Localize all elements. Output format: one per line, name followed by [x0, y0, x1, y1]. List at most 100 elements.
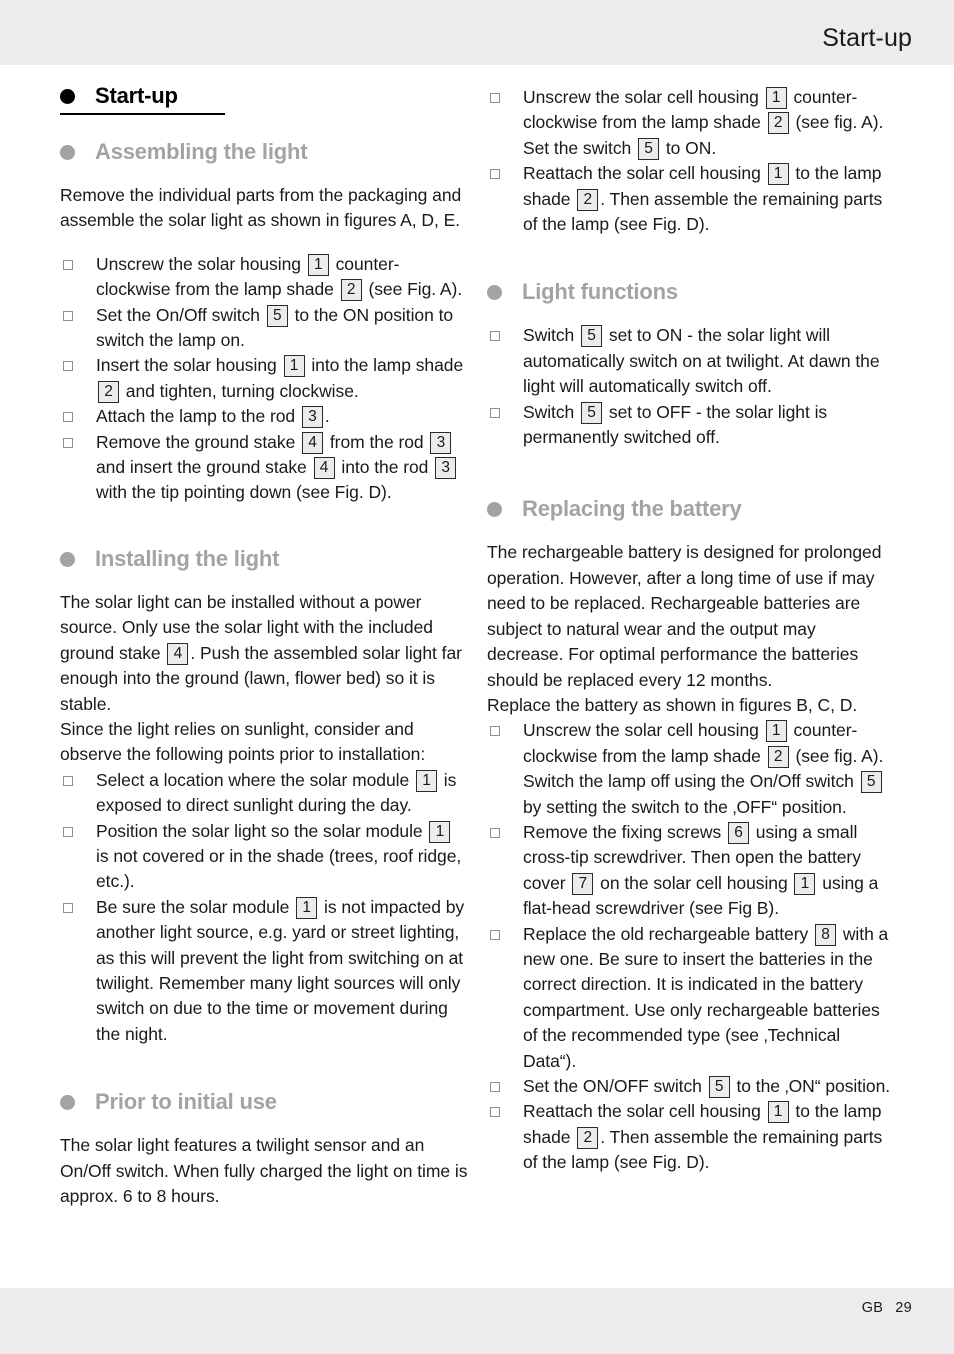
list-item: Reattach the solar cell housing 1 to the… — [487, 161, 895, 237]
part-reference-5: 5 — [266, 304, 288, 327]
square-bullet-icon — [490, 407, 500, 418]
heading-prior-to-initial-use-label: Prior to initial use — [95, 1089, 277, 1115]
installing-paragraph-2: Since the light relies on sunlight, cons… — [60, 718, 426, 765]
part-reference-4: 4 — [302, 431, 324, 454]
part-reference-2: 2 — [340, 279, 362, 302]
square-bullet-icon — [63, 361, 73, 372]
part-reference-5: 5 — [708, 1076, 730, 1098]
part-reference-4: 4 — [167, 642, 189, 665]
heading-start-up-label: Start-up — [95, 83, 178, 108]
part-reference-2: 2 — [577, 188, 599, 211]
square-bullet-icon — [490, 93, 500, 103]
page-footer: GB 29 — [862, 1300, 912, 1316]
replacing-battery-paragraph-1: The rechargeable battery is designed for… — [487, 542, 882, 690]
part-reference-2: 2 — [767, 112, 789, 135]
part-reference-5: 5 — [581, 401, 603, 424]
heading-replacing-the-battery: Replacing the battery — [487, 496, 895, 522]
part-reference-6: 6 — [728, 821, 749, 844]
light-functions-steps-list: Switch 5 set to ON - the solar light wil… — [487, 323, 895, 450]
list-item: Replace the old rechargeable battery 8 w… — [487, 922, 895, 1074]
part-reference-1: 1 — [794, 872, 816, 895]
installing-steps-list: Select a location where the solar module… — [60, 768, 468, 1047]
list-item: Select a location where the solar module… — [60, 768, 468, 819]
footer-page-number: 29 — [895, 1300, 912, 1316]
right-column: Unscrew the solar cell housing 1 counter… — [487, 65, 895, 1176]
list-item: Unscrew the solar housing 1 counter-cloc… — [60, 252, 468, 303]
bullet-dot-icon — [60, 89, 75, 104]
square-bullet-icon — [63, 775, 73, 786]
page-header-band — [0, 0, 954, 65]
bullet-dot-icon — [60, 551, 75, 567]
heading-assembling-the-light-label: Assembling the light — [95, 139, 308, 164]
page-body: Start-up Assembling the light Remove the… — [0, 65, 954, 1288]
bullet-dot-icon — [60, 145, 75, 160]
page-header-title: Start-up — [822, 24, 912, 52]
list-item: Set the On/Off switch 5 to the ON positi… — [60, 303, 468, 354]
part-reference-1: 1 — [767, 163, 789, 186]
list-item-text: Insert the solar housing 1 into the lamp… — [96, 355, 464, 403]
part-reference-3: 3 — [430, 431, 452, 454]
bullet-dot-icon — [487, 502, 502, 518]
list-item-text: Set the On/Off switch 5 to the ON positi… — [96, 304, 454, 351]
square-bullet-icon — [490, 827, 500, 838]
list-item-text: Attach the lamp to the rod 3. — [96, 406, 330, 429]
list-item: Insert the solar housing 1 into the lamp… — [60, 353, 468, 404]
list-item-text: Set the ON/OFF switch 5 to the ‚ON“ posi… — [523, 1076, 891, 1098]
square-bullet-icon — [63, 412, 73, 423]
part-reference-4: 4 — [313, 457, 335, 480]
part-reference-3: 3 — [435, 457, 457, 480]
page-footer-band — [0, 1288, 954, 1354]
list-item-text: Position the solar light so the solar mo… — [96, 820, 462, 892]
square-bullet-icon — [63, 437, 73, 448]
list-item-text: Switch 5 set to OFF - the solar light is… — [523, 401, 828, 448]
list-item-text: Unscrew the solar housing 1 counter-cloc… — [96, 253, 463, 302]
list-item: Be sure the solar module 1 is not impact… — [60, 895, 468, 1047]
heading-prior-to-initial-use: Prior to initial use — [60, 1089, 468, 1115]
footer-language-code: GB — [861, 1300, 884, 1316]
list-item: Switch 5 set to OFF - the solar light is… — [487, 400, 895, 451]
square-bullet-icon — [63, 826, 73, 837]
prior-use-paragraph: The solar light features a twilight sens… — [60, 1135, 468, 1206]
replacing-battery-paragraph-2: Replace the battery as shown in figures … — [487, 694, 858, 715]
part-reference-5: 5 — [581, 325, 603, 348]
list-item: Unscrew the solar cell housing 1 counter… — [487, 85, 895, 161]
list-item-text: Remove the ground stake 4 from the rod 3… — [96, 431, 458, 502]
part-reference-1: 1 — [765, 720, 787, 743]
bullet-dot-icon — [60, 1095, 75, 1111]
list-item: Set the ON/OFF switch 5 to the ‚ON“ posi… — [487, 1074, 895, 1099]
list-item: Switch 5 set to ON - the solar light wil… — [487, 323, 895, 399]
heading-replacing-the-battery-label: Replacing the battery — [522, 496, 742, 522]
heading-installing-the-light: Installing the light — [60, 546, 468, 572]
part-reference-2: 2 — [767, 745, 789, 768]
heading-installing-the-light-label: Installing the light — [95, 545, 280, 571]
list-item-text: Be sure the solar module 1 is not impact… — [96, 896, 465, 1044]
part-reference-1: 1 — [765, 87, 787, 109]
square-bullet-icon — [490, 726, 500, 737]
list-item-text: Remove the fixing screws 6 using a small… — [523, 821, 879, 919]
list-item: Remove the fixing screws 6 using a small… — [487, 820, 895, 922]
right-top-steps-list: Unscrew the solar cell housing 1 counter… — [487, 85, 895, 237]
list-item: Unscrew the solar cell housing 1 counter… — [487, 718, 895, 820]
list-item: Reattach the solar cell housing 1 to the… — [487, 1099, 895, 1175]
list-item-text: Replace the old rechargeable battery 8 w… — [523, 923, 889, 1071]
installing-paragraph-1: The solar light can be installed without… — [60, 591, 462, 714]
square-bullet-icon — [490, 929, 500, 940]
list-item-text: Unscrew the solar cell housing 1 counter… — [523, 720, 884, 817]
part-reference-1: 1 — [283, 355, 305, 378]
list-item: Attach the lamp to the rod 3. — [60, 404, 468, 429]
square-bullet-icon — [63, 259, 73, 270]
part-reference-8: 8 — [815, 923, 837, 946]
list-item: Position the solar light so the solar mo… — [60, 819, 468, 895]
list-item-text: Unscrew the solar cell housing 1 counter… — [523, 87, 884, 160]
square-bullet-icon — [490, 169, 500, 180]
list-item: Remove the ground stake 4 from the rod 3… — [60, 430, 468, 506]
square-bullet-icon — [490, 331, 500, 342]
heading-start-up: Start-up — [60, 83, 225, 115]
square-bullet-icon — [63, 902, 73, 913]
part-reference-1: 1 — [296, 896, 318, 919]
list-item-text: Select a location where the solar module… — [96, 769, 457, 816]
square-bullet-icon — [63, 310, 73, 321]
part-reference-7: 7 — [572, 872, 594, 895]
heading-light-functions: Light functions — [487, 279, 895, 305]
part-reference-1: 1 — [429, 820, 451, 843]
